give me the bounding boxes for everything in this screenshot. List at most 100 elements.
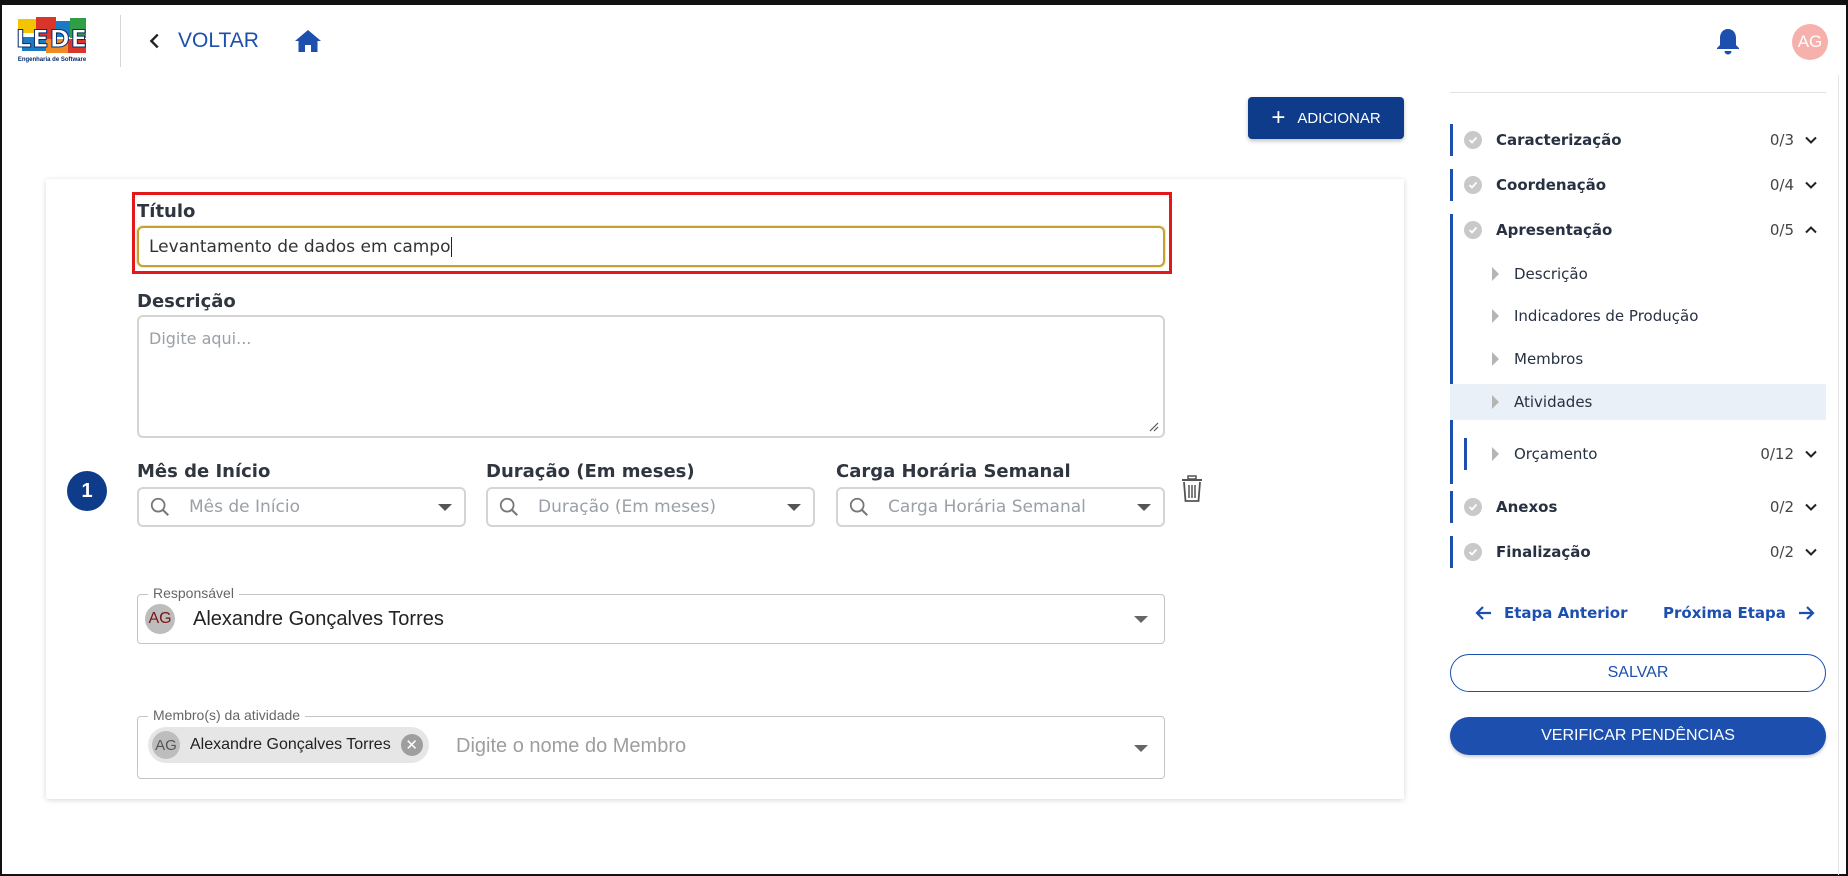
chevron-left-icon <box>149 33 159 49</box>
sidebar-item-apresentacao[interactable]: Apresentação 0/5 <box>1450 212 1826 484</box>
previous-step-label: Etapa Anterior <box>1504 604 1628 622</box>
weekly-hours-placeholder: Carga Horária Semanal <box>888 497 1086 517</box>
home-icon[interactable] <box>294 28 322 54</box>
save-button[interactable]: SALVAR <box>1450 654 1826 692</box>
sidebar-top-divider <box>1450 92 1826 93</box>
sidebar-item-label: Coordenação <box>1496 176 1607 194</box>
sidebar-item-count: 0/3 <box>1769 131 1794 149</box>
sidebar-item-count: 0/5 <box>1769 221 1794 239</box>
sidebar-subitem-descricao[interactable]: Descrição <box>1450 256 1826 292</box>
chevron-down-icon <box>1805 136 1817 144</box>
caret-down-icon[interactable] <box>1134 616 1148 623</box>
sidebar-subitem-label: Orçamento <box>1514 445 1598 463</box>
members-autocomplete[interactable]: Membro(s) da atividade AG Alexandre Gonç… <box>137 707 1165 779</box>
activity-number-badge: 1 <box>67 471 107 511</box>
start-month-label: Mês de Início <box>137 461 271 482</box>
description-textarea[interactable]: Digite aqui... <box>137 315 1165 438</box>
chevron-down-icon <box>1805 503 1817 511</box>
add-button[interactable]: + ADICIONAR <box>1248 97 1404 139</box>
sidebar-subitem-indicadores[interactable]: Indicadores de Produção <box>1450 298 1826 334</box>
sidebar-item-label: Apresentação <box>1496 221 1613 239</box>
back-label: VOLTAR <box>178 29 259 52</box>
resize-grip-icon[interactable] <box>1149 422 1159 432</box>
sidebar-item-label: Caracterização <box>1496 131 1622 149</box>
sidebar-item-finalizacao[interactable]: Finalização 0/2 <box>1450 534 1826 570</box>
sidebar-subitem-label: Descrição <box>1514 265 1588 283</box>
chevron-down-icon <box>1805 181 1817 189</box>
responsible-select[interactable]: Responsável AG Alexandre Gonçalves Torre… <box>137 585 1165 644</box>
description-label: Descrição <box>137 291 236 312</box>
sidebar-item-label: Finalização <box>1496 543 1591 561</box>
caret-right-icon <box>1492 309 1499 323</box>
section-indicator <box>1450 536 1453 568</box>
responsible-name: Alexandre Gonçalves Torres <box>193 607 444 630</box>
weekly-hours-label: Carga Horária Semanal <box>836 461 1071 482</box>
sidebar-item-count: 0/12 <box>1760 445 1794 463</box>
sidebar-subitem-membros[interactable]: Membros <box>1450 341 1826 377</box>
sidebar-item-anexos[interactable]: Anexos 0/2 <box>1450 489 1826 525</box>
add-button-label: ADICIONAR <box>1297 109 1381 127</box>
sidebar-item-count: 0/2 <box>1769 498 1794 516</box>
start-month-select[interactable]: Mês de Início <box>137 487 466 527</box>
duration-label: Duração (Em meses) <box>486 461 695 482</box>
search-icon <box>849 497 868 516</box>
verify-pending-button[interactable]: VERIFICAR PENDÊNCIAS <box>1450 717 1826 755</box>
search-icon <box>150 497 169 516</box>
responsible-legend: Responsável <box>148 585 239 601</box>
title-input[interactable]: Levantamento de dados em campo <box>137 226 1165 267</box>
duration-placeholder: Duração (Em meses) <box>538 497 717 517</box>
sidebar-subitem-atividades[interactable]: Atividades <box>1450 384 1826 420</box>
members-legend: Membro(s) da atividade <box>148 707 306 723</box>
start-month-placeholder: Mês de Início <box>189 497 301 517</box>
section-indicator <box>1450 491 1453 523</box>
members-input-placeholder[interactable]: Digite o nome do Membro <box>456 735 686 758</box>
check-circle-icon <box>1464 221 1482 239</box>
caret-down-icon[interactable] <box>1134 745 1148 752</box>
member-chip-avatar: AG <box>152 731 180 759</box>
previous-step-button[interactable]: Etapa Anterior <box>1474 603 1628 623</box>
text-caret <box>451 236 453 257</box>
caret-right-icon <box>1492 267 1499 281</box>
chevron-up-icon <box>1805 226 1817 234</box>
sidebar-item-count: 0/4 <box>1769 176 1794 194</box>
sidebar-item-label: Anexos <box>1496 498 1558 516</box>
trash-icon[interactable] <box>1180 475 1204 503</box>
page-scrollbar[interactable] <box>1838 75 1846 875</box>
caret-down-icon <box>438 504 452 511</box>
sidebar-subitem-label: Atividades <box>1514 393 1593 411</box>
check-circle-icon <box>1464 131 1482 149</box>
section-indicator <box>1464 438 1467 470</box>
back-button[interactable]: VOLTAR <box>144 27 259 55</box>
next-step-button[interactable]: Próxima Etapa <box>1663 603 1816 623</box>
ledes-logo[interactable]: LEDES Engenharia de Software <box>16 15 88 69</box>
sidebar-subitem-label: Indicadores de Produção <box>1514 307 1699 325</box>
description-placeholder: Digite aqui... <box>149 329 252 348</box>
header-divider <box>120 15 121 67</box>
title-label: Título <box>137 201 196 222</box>
check-circle-icon <box>1464 176 1482 194</box>
responsible-avatar: AG <box>145 604 175 634</box>
logo-subtitle: Engenharia de Software <box>17 57 87 63</box>
chevron-down-icon <box>1805 548 1817 556</box>
check-circle-icon <box>1464 498 1482 516</box>
sidebar-item-coordenacao[interactable]: Coordenação 0/4 <box>1450 167 1826 203</box>
arrow-left-icon <box>1475 606 1491 620</box>
close-icon[interactable]: ✕ <box>400 734 423 756</box>
caret-right-icon <box>1492 395 1499 409</box>
check-circle-icon <box>1464 543 1482 561</box>
member-chip-name: Alexandre Gonçalves Torres <box>190 736 391 753</box>
section-indicator <box>1450 169 1453 201</box>
duration-select[interactable]: Duração (Em meses) <box>486 487 815 527</box>
sidebar-item-caracterizacao[interactable]: Caracterização 0/3 <box>1450 122 1826 158</box>
sidebar-subitem-orcamento[interactable]: Orçamento 0/12 <box>1450 436 1826 472</box>
plus-icon: + <box>1271 104 1286 131</box>
caret-right-icon <box>1492 447 1499 461</box>
weekly-hours-select[interactable]: Carga Horária Semanal <box>836 487 1165 527</box>
caret-down-icon <box>787 504 801 511</box>
sidebar-item-count: 0/2 <box>1769 543 1794 561</box>
next-step-label: Próxima Etapa <box>1663 604 1786 622</box>
caret-down-icon <box>1137 504 1151 511</box>
sidebar-subitem-label: Membros <box>1514 350 1584 368</box>
section-indicator <box>1450 124 1453 156</box>
title-input-value: Levantamento de dados em campo <box>149 236 451 257</box>
